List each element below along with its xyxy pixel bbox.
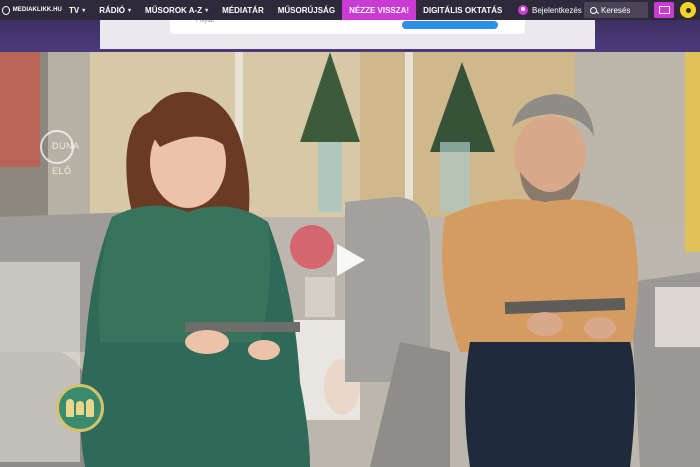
search-icon (590, 6, 597, 14)
nav-item-label: MŰSOROK A-Z (145, 5, 203, 15)
nav-item-label: TV (69, 5, 80, 15)
tv-icon (658, 6, 670, 14)
logo-figure (66, 399, 74, 417)
channel-watermark: DUNA ELŐ (40, 130, 80, 184)
logo-figure (86, 399, 94, 417)
dialog-panel: Folytat (170, 18, 525, 34)
nav-item-digitalis-oktatas[interactable]: DIGITÁLIS OKTATÁS (416, 0, 509, 20)
search-input[interactable]: Keresés (584, 2, 648, 18)
logo-circle-icon (2, 5, 10, 15)
logo-figure (76, 401, 84, 415)
nav-item-radio[interactable]: RÁDIÓ ▾ (92, 0, 138, 20)
continue-dialog: Folytat (100, 18, 595, 49)
nav-item-nezze-vissza[interactable]: NÉZZE VISSZA! (342, 0, 417, 20)
chevron-down-icon: ▾ (128, 7, 132, 14)
top-navigation-bar: MEDIAKLIKK.HU TV ▾ RÁDIÓ ▾ MŰSOROK A-Z ▾ MÉ… (0, 0, 700, 20)
family-logo-icon (56, 384, 104, 432)
logo-text: MEDIAKLIKK.HU (12, 7, 62, 13)
login-button[interactable]: Bejelentkezés (518, 0, 582, 20)
nav-item-label: MŰSORÚJSÁG (277, 5, 336, 15)
video-player[interactable]: DUNA ELŐ (0, 52, 700, 467)
nav-item-mediatar[interactable]: MÉDIATÁR (215, 0, 271, 20)
watermark-circle-icon (40, 130, 74, 164)
nav-item-label: NÉZZE VISSZA! (349, 5, 410, 15)
chevron-down-icon: ▾ (82, 7, 86, 14)
user-icon (518, 5, 528, 15)
tv-button[interactable] (654, 2, 674, 18)
accessibility-button[interactable] (680, 2, 696, 18)
nav-item-label: MÉDIATÁR (222, 5, 264, 15)
nav-item-label: DIGITÁLIS OKTATÁS (423, 5, 503, 15)
search-placeholder: Keresés (601, 5, 631, 15)
nav-item-tv[interactable]: TV ▾ (62, 0, 92, 20)
login-label: Bejelentkezés (532, 5, 582, 15)
dialog-action-button[interactable] (402, 21, 498, 29)
nav-item-musorok[interactable]: MŰSOROK A-Z ▾ (138, 0, 215, 20)
accessibility-icon (685, 7, 691, 13)
site-logo[interactable]: MEDIAKLIKK.HU (0, 0, 62, 20)
play-icon[interactable] (337, 244, 365, 276)
chevron-down-icon: ▾ (205, 7, 209, 14)
nav-item-musorujsag[interactable]: MŰSORÚJSÁG (271, 0, 342, 20)
nav-item-label: RÁDIÓ (99, 5, 126, 15)
